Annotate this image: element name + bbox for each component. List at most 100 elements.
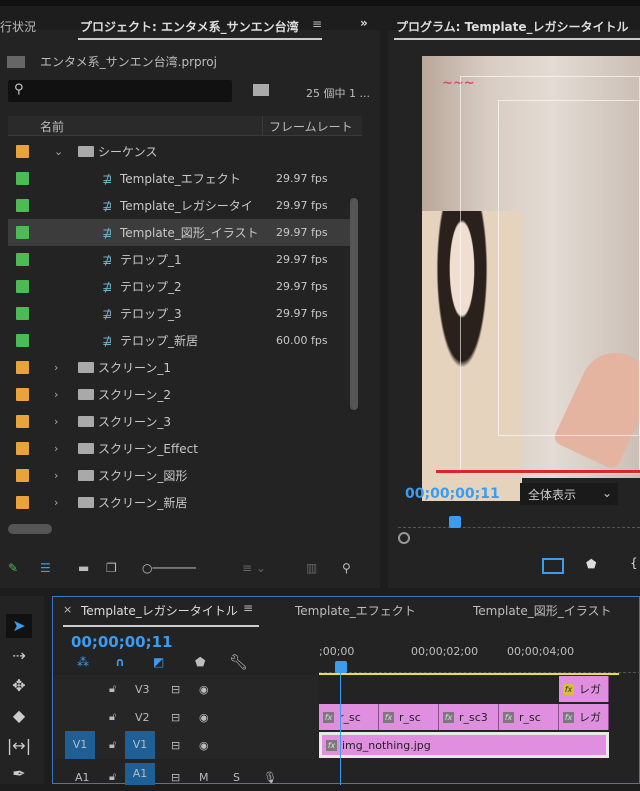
find-icon[interactable]: ⚲ — [342, 561, 351, 575]
chevron-right-icon[interactable]: › — [54, 388, 58, 401]
monitor-playhead[interactable] — [449, 516, 461, 528]
label-color-swatch[interactable] — [16, 280, 29, 293]
chevron-right-icon[interactable]: › — [54, 361, 58, 374]
tab-progress[interactable]: 行状況 — [0, 18, 36, 35]
linked-selection-icon[interactable]: ◩ — [153, 655, 164, 669]
list-view-icon[interactable]: ☰ — [40, 561, 51, 575]
clip-v2[interactable]: fx レガ — [559, 704, 609, 730]
list-item[interactable]: ⋣ テロップ_1 29.97 fps — [8, 246, 350, 273]
clip-v2[interactable]: fx r_sc3 — [439, 704, 499, 730]
chevron-right-icon[interactable]: › — [54, 415, 58, 428]
label-color-swatch[interactable] — [16, 469, 29, 482]
mute-button[interactable]: M — [199, 771, 209, 784]
sort-icon[interactable]: ≡ ⌄ — [242, 561, 266, 575]
playhead-line[interactable] — [340, 663, 341, 785]
razor-tool-icon[interactable]: ◆ — [6, 704, 32, 728]
automate-icon[interactable]: ▥ — [306, 561, 317, 575]
sync-icon[interactable]: ⊟ — [171, 771, 180, 784]
track-label[interactable]: V1 — [125, 731, 155, 759]
label-color-swatch[interactable] — [16, 172, 29, 185]
column-framerate[interactable]: フレームレート — [262, 116, 359, 136]
tab-program[interactable]: プログラム: Template_レガシータイトル — [396, 18, 629, 35]
mic-icon[interactable]: 🎙︎ — [263, 771, 277, 784]
clip-v2[interactable]: fx r_sc — [379, 704, 439, 730]
label-color-swatch[interactable] — [16, 388, 29, 401]
list-item[interactable]: › スクリーン_2 — [8, 381, 350, 408]
timeline-playhead[interactable] — [335, 661, 347, 673]
chevron-right-icon[interactable]: › — [54, 496, 58, 509]
chevron-down-icon[interactable]: ⌄ — [54, 145, 63, 158]
clip-v2[interactable]: fx r_sc — [319, 704, 379, 730]
lock-icon[interactable]: 🔓︎ — [109, 710, 116, 724]
lock-icon[interactable]: 🔓︎ — [109, 682, 116, 696]
solo-button[interactable]: S — [233, 771, 240, 784]
icon-view-icon[interactable]: ▬ — [78, 561, 89, 575]
label-color-swatch[interactable] — [16, 415, 29, 428]
list-item[interactable]: › スクリーン_3 — [8, 408, 350, 435]
horizontal-scrollbar[interactable] — [8, 524, 52, 534]
lock-icon[interactable]: 🔓︎ — [109, 738, 116, 752]
label-color-swatch[interactable] — [16, 145, 29, 158]
eye-icon[interactable]: ◉ — [199, 711, 209, 724]
safe-margins-button[interactable] — [542, 558, 564, 574]
zoom-slider[interactable]: ○────── — [142, 561, 196, 575]
label-color-swatch[interactable] — [16, 361, 29, 374]
sync-icon[interactable]: ⊟ — [171, 739, 180, 752]
chevron-right-icon[interactable]: › — [54, 442, 58, 455]
source-patch-v1[interactable]: V1 — [65, 731, 95, 759]
sync-icon[interactable]: ⊟ — [171, 711, 180, 724]
clip-v3[interactable]: fx レガ — [559, 676, 609, 702]
label-color-swatch[interactable] — [16, 253, 29, 266]
vertical-scrollbar[interactable] — [350, 198, 358, 410]
monitor-ruler[interactable] — [398, 520, 640, 528]
label-color-swatch[interactable] — [16, 442, 29, 455]
zoom-handle[interactable] — [398, 532, 410, 544]
label-color-swatch[interactable] — [16, 307, 29, 320]
ripple-edit-tool-icon[interactable]: ✥ — [6, 674, 32, 698]
list-item[interactable]: ⋣ Template_エフェクト 29.97 fps — [8, 165, 350, 192]
search-bin-icon[interactable] — [253, 84, 269, 96]
list-item[interactable]: ⋣ Template_図形_イラスト 29.97 fps — [8, 219, 350, 246]
overflow-icon[interactable]: » — [360, 16, 368, 30]
list-item[interactable]: ⋣ テロップ_3 29.97 fps — [8, 300, 350, 327]
timeline-tab-active[interactable]: Template_レガシータイトル — [81, 602, 238, 619]
list-item[interactable]: ⋣ テロップ_2 29.97 fps — [8, 273, 350, 300]
pencil-icon[interactable]: ✎ — [8, 561, 18, 575]
eye-icon[interactable]: ◉ — [199, 683, 209, 696]
pen-tool-icon[interactable]: ✒ — [6, 762, 32, 786]
list-item[interactable]: ⌄ シーケンス — [8, 138, 350, 165]
label-color-swatch[interactable] — [16, 334, 29, 347]
column-name[interactable]: 名前 — [40, 118, 64, 135]
panel-menu-icon[interactable]: ≡ — [243, 601, 253, 615]
freeform-view-icon[interactable]: ❐ — [106, 561, 117, 575]
timeline-timecode[interactable]: 00;00;00;11 — [71, 633, 173, 651]
chevron-right-icon[interactable]: › — [54, 469, 58, 482]
clip-v2[interactable]: fx r_sc — [499, 704, 559, 730]
list-item[interactable]: › スクリーン_新居 — [8, 489, 350, 516]
zoom-dropdown[interactable]: 全体表示 ⌄ — [520, 483, 618, 505]
label-color-swatch[interactable] — [16, 199, 29, 212]
nest-icon[interactable]: ⁂ — [77, 655, 89, 669]
list-item[interactable]: › スクリーン_1 — [8, 354, 350, 381]
label-color-swatch[interactable] — [16, 496, 29, 509]
tab-project[interactable]: プロジェクト: エンタメ系_サンエン台湾 — [80, 18, 299, 35]
track-label[interactable]: A1 — [125, 763, 155, 785]
label-color-swatch[interactable] — [16, 226, 29, 239]
eye-icon[interactable]: ◉ — [199, 739, 209, 752]
timeline-ruler[interactable] — [319, 663, 640, 673]
program-timecode[interactable]: 00;00;00;11 — [405, 486, 500, 502]
track-select-tool-icon[interactable]: ⇢ — [6, 644, 32, 668]
timeline-tab[interactable]: Template_図形_イラスト — [473, 602, 612, 619]
marker-icon[interactable]: ⬟ — [586, 557, 596, 571]
sync-icon[interactable]: ⊟ — [171, 683, 180, 696]
slip-tool-icon[interactable]: |↔| — [6, 734, 32, 758]
work-area-bar[interactable] — [319, 673, 619, 675]
close-tab-icon[interactable]: × — [63, 603, 72, 616]
clip-v1[interactable]: fx img_nothing.jpg — [319, 732, 609, 758]
panel-menu-icon[interactable]: ≡ — [312, 17, 322, 31]
timeline-tab[interactable]: Template_エフェクト — [295, 602, 416, 619]
source-patch-a1[interactable]: A1 — [75, 771, 90, 784]
list-item[interactable]: ⋣ Template_レガシータイ 29.97 fps — [8, 192, 350, 219]
add-marker-icon[interactable]: ⬟ — [195, 655, 205, 669]
list-item[interactable]: ⋣ テロップ_新居 60.00 fps — [8, 327, 350, 354]
